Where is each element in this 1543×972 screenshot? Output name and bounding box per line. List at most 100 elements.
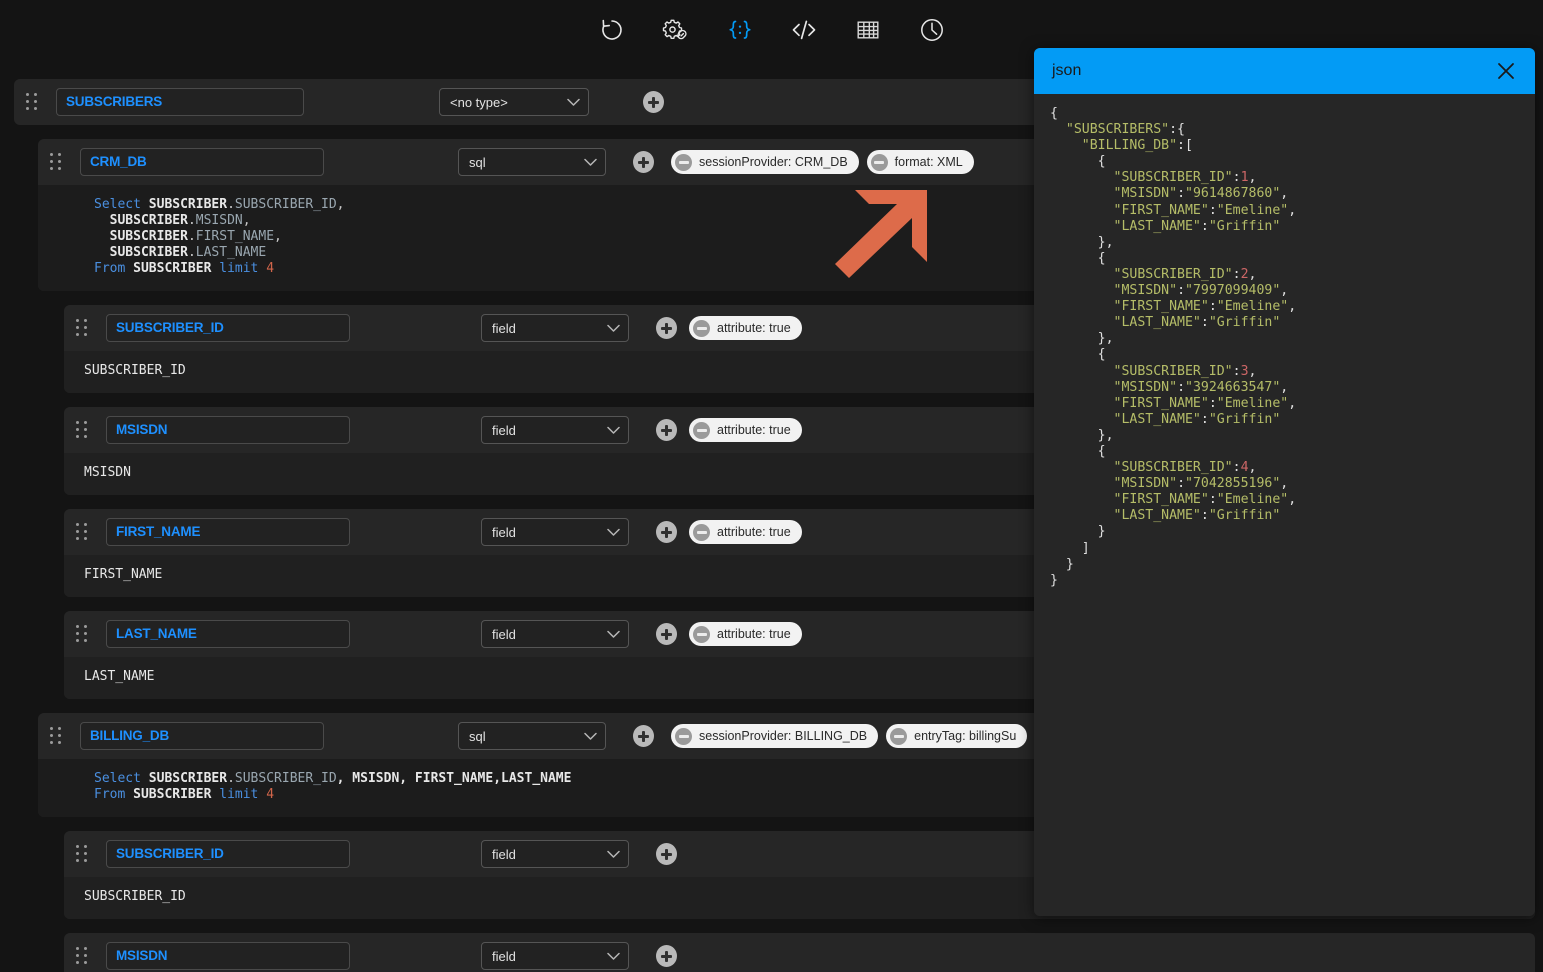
json-line: "SUBSCRIBERS":{ [1050,122,1519,138]
json-token: : [1232,363,1241,379]
chip-label: attribute: true [717,423,791,437]
remove-chip-icon[interactable] [693,625,710,643]
remove-chip-icon[interactable] [675,727,692,745]
close-icon[interactable] [1495,60,1517,82]
json-line: } [1050,524,1519,540]
name-input[interactable]: SUBSCRIBER_ID [106,840,350,868]
remove-chip-icon[interactable] [870,153,888,171]
type-select[interactable]: sql [458,148,606,176]
json-token: } [1050,572,1058,588]
type-select[interactable]: field [481,620,629,648]
add-property-button[interactable] [656,521,677,543]
drag-handle-icon[interactable] [76,421,90,439]
json-token: : [1177,186,1186,202]
add-property-button[interactable] [633,725,654,747]
drag-handle-icon[interactable] [76,845,90,863]
drag-handle-icon[interactable] [76,625,90,643]
history-icon[interactable] [915,13,949,47]
chip-label: sessionProvider: CRM_DB [699,155,848,169]
app-root: SUBSCRIBERS <no type> CRM_DB sql sessionProv… [0,0,1543,972]
name-input[interactable]: SUBSCRIBERS [56,88,304,116]
type-select[interactable]: field [481,942,629,970]
json-token: "MSISDN" [1113,379,1178,395]
json-token: "LAST_NAME" [1113,315,1201,331]
property-chip[interactable]: sessionProvider: CRM_DB [671,150,859,174]
type-select[interactable]: field [481,840,629,868]
json-token: "Griffin" [1208,411,1281,427]
drag-handle-icon[interactable] [26,93,40,111]
property-chip[interactable]: attribute: true [689,316,802,340]
type-select-value: field [492,948,516,964]
name-input[interactable]: LAST_NAME [106,620,350,648]
add-property-button[interactable] [656,843,677,865]
json-line: "MSISDN":"3924663547", [1050,380,1519,396]
drag-handle-icon[interactable] [76,319,90,337]
type-select[interactable]: <no type> [439,88,589,116]
property-chip[interactable]: format: XML [866,150,974,174]
json-icon[interactable] [723,13,757,47]
field-header: MSISDN field [64,933,1535,972]
json-token: { [1050,250,1106,266]
add-child-button[interactable] [643,91,664,113]
json-line: }, [1050,331,1519,347]
name-input[interactable]: CRM_DB [80,148,324,176]
remove-chip-icon[interactable] [693,523,710,541]
drag-handle-icon[interactable] [50,727,64,745]
add-property-button[interactable] [656,623,677,645]
code-token: SUBSCRIBER [148,197,228,212]
remove-chip-icon[interactable] [890,727,908,745]
name-input[interactable]: BILLING_DB [80,722,324,750]
code-token: LAST_NAME [195,245,267,260]
type-select[interactable]: sql [458,722,606,750]
name-input[interactable]: FIRST_NAME [106,518,350,546]
code-token: , [242,213,251,228]
json-line: ] [1050,541,1519,557]
code-token: MSISDN [195,213,243,228]
type-select[interactable]: field [481,416,629,444]
add-property-button[interactable] [656,945,677,967]
settings-link-icon[interactable] [659,13,693,47]
code-token: limit [219,261,259,276]
drag-handle-icon[interactable] [76,947,90,965]
chip-label: entryTag: billingSu [914,729,1017,743]
json-output-panel[interactable]: json { "SUBSCRIBERS":{ "BILLING_DB":[ { … [1034,48,1535,916]
name-input[interactable]: MSISDN [106,416,350,444]
json-token: "MSISDN" [1113,283,1178,299]
json-token: : [1177,476,1186,492]
property-chip[interactable]: attribute: true [689,520,802,544]
table-icon[interactable] [851,13,885,47]
json-token: : [1208,202,1217,218]
remove-chip-icon[interactable] [693,421,710,439]
property-chip[interactable]: attribute: true [689,418,802,442]
json-token: { [1050,154,1106,170]
json-line: "SUBSCRIBER_ID":2, [1050,267,1519,283]
property-chip[interactable]: attribute: true [689,622,802,646]
remove-chip-icon[interactable] [693,319,710,337]
chip-list: sessionProvider: CRM_DB format: XML [671,150,974,174]
json-token: , [1280,379,1289,395]
drag-handle-icon[interactable] [50,153,64,171]
code-token: SUBSCRIBER [148,771,228,786]
drag-handle-icon[interactable] [76,523,90,541]
name-input[interactable]: SUBSCRIBER_ID [106,314,350,342]
type-select[interactable]: field [481,314,629,342]
json-token: "7042855196" [1185,476,1281,492]
property-chip[interactable]: sessionProvider: BILLING_DB [671,724,879,748]
name-input[interactable]: MSISDN [106,942,350,970]
add-property-button[interactable] [656,317,677,339]
add-property-button[interactable] [656,419,677,441]
type-select[interactable]: field [481,518,629,546]
add-property-button[interactable] [633,151,654,173]
field-row[interactable]: MSISDN field [64,933,1535,972]
property-chip[interactable]: entryTag: billingSu [886,724,1028,748]
code-icon[interactable] [787,13,821,47]
code-token: . [227,197,235,212]
remove-chip-icon[interactable] [675,153,692,171]
refresh-icon[interactable] [595,13,629,47]
json-line: "SUBSCRIBER_ID":1, [1050,170,1519,186]
